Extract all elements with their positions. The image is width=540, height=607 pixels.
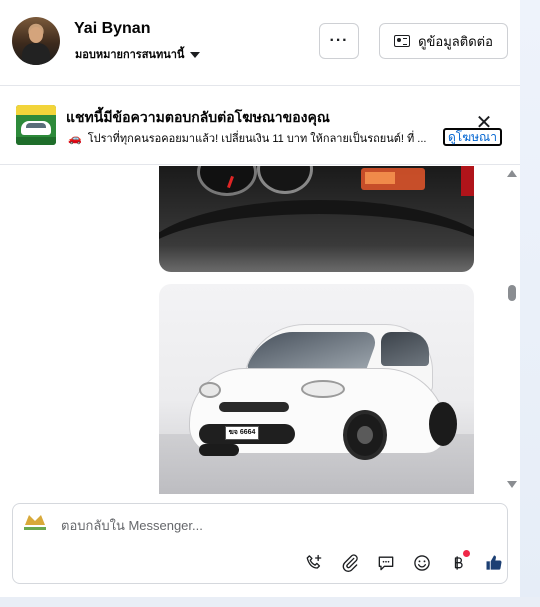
- avatar-face: [29, 27, 43, 43]
- car-tire-shape: [199, 444, 239, 456]
- image-message-car[interactable]: ฆจ 6664: [159, 284, 474, 494]
- page-logo-crest: [25, 515, 45, 525]
- messenger-thread-panel: Yai Bynan มอบหมายการสนทนานี้ ··· ดูข้อมู…: [0, 0, 520, 597]
- scrollbar-thumb[interactable]: [508, 285, 516, 301]
- ad-banner-text: 🚗 โปราที่ทุกคนรอคอยมาแล้ว! เปลี่ยนเงิน 1…: [68, 129, 440, 147]
- reply-input[interactable]: [61, 515, 481, 535]
- assign-conversation-dropdown[interactable]: มอบหมายการสนทนานี้: [75, 45, 201, 63]
- car-headlight-shape: [199, 382, 221, 398]
- contact-card-icon: [394, 35, 411, 47]
- ad-thumbnail-band: [16, 105, 56, 115]
- car-grille-shape: [219, 402, 289, 412]
- caret-down-icon: [190, 51, 201, 58]
- car-emoji-icon: 🚗: [68, 132, 82, 145]
- assign-conversation-label: มอบหมายการสนทนานี้: [75, 49, 185, 61]
- notification-dot: [463, 550, 470, 557]
- baht-icon[interactable]: [440, 550, 476, 574]
- ad-thumbnail-strip: [16, 137, 56, 145]
- page-avatar: [22, 513, 48, 535]
- ad-thumbnail-car: [21, 121, 51, 135]
- thumbs-up-icon[interactable]: [476, 552, 512, 574]
- ad-thumbnail[interactable]: [16, 105, 56, 145]
- display-shape: [365, 172, 395, 184]
- knob-shape: [461, 166, 474, 196]
- view-contact-info-button[interactable]: ดูข้อมูลติดต่อ: [379, 23, 508, 59]
- gauge-shape: [197, 166, 257, 196]
- composer-toolbar: [296, 550, 512, 574]
- steering-wheel-shape: [159, 200, 474, 272]
- contact-name[interactable]: Yai Bynan: [74, 20, 150, 38]
- scroll-up-arrow-icon[interactable]: [507, 170, 517, 177]
- avatar-body: [22, 43, 50, 65]
- gauge-shape: [257, 166, 313, 194]
- more-options-button[interactable]: ···: [319, 23, 359, 59]
- saved-reply-icon[interactable]: [368, 552, 404, 574]
- car-wheel-shape: [429, 402, 457, 446]
- car-window-shape: [381, 332, 429, 366]
- car-headlight-shape: [301, 380, 345, 398]
- image-message-dashboard[interactable]: [159, 166, 474, 272]
- license-plate: ฆจ 6664: [225, 426, 259, 440]
- ad-reply-banner: แชทนี้มีข้อความตอบกลับต่อโฆษณาของคุณ 🚗 โ…: [0, 87, 520, 165]
- scroll-down-arrow-icon[interactable]: [507, 481, 517, 488]
- view-contact-info-label: ดูข้อมูลติดต่อ: [418, 33, 493, 49]
- page-logo-line: [24, 527, 46, 530]
- view-ad-link[interactable]: ดูโฆษณา: [443, 128, 502, 146]
- ad-banner-body: โปราที่ทุกคนรอคอยมาแล้ว! เปลี่ยนเงิน 11 …: [87, 133, 427, 145]
- emoji-icon[interactable]: [404, 552, 440, 574]
- contact-avatar[interactable]: [12, 17, 60, 65]
- thread-header: Yai Bynan มอบหมายการสนทนานี้ ··· ดูข้อมู…: [0, 0, 520, 86]
- reply-composer: [12, 503, 508, 584]
- ad-banner-title: แชทนี้มีข้อความตอบกลับต่อโฆษณาของคุณ: [66, 109, 330, 125]
- window-bottom-edge: [0, 597, 540, 607]
- phone-plus-icon[interactable]: [296, 552, 332, 574]
- message-list[interactable]: ฆจ 6664: [0, 166, 520, 494]
- window-edge: [520, 0, 540, 607]
- paperclip-icon[interactable]: [332, 552, 368, 574]
- car-wheel-shape: [343, 410, 387, 460]
